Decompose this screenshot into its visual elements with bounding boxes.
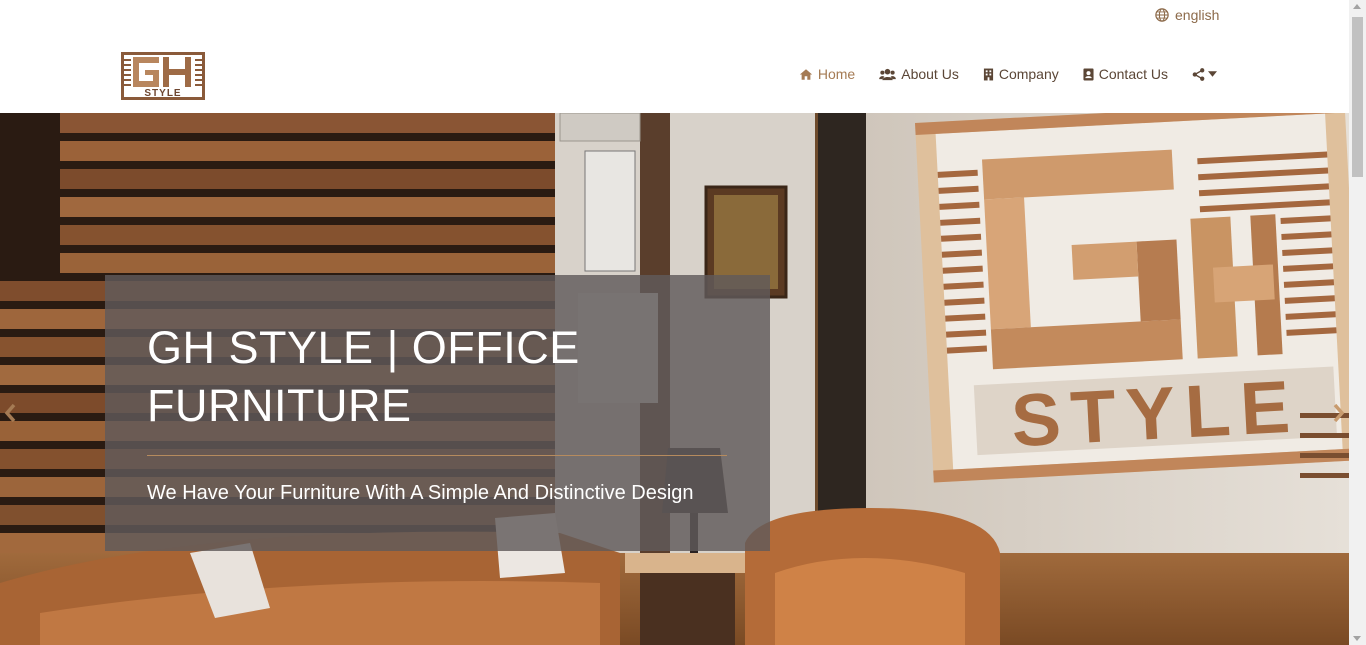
chevron-right-icon	[1333, 403, 1345, 423]
nav-label-about-us: About Us	[901, 66, 959, 82]
slider-next-button[interactable]	[1329, 398, 1349, 428]
chevron-left-icon	[4, 403, 16, 423]
site-header: STYLE Home About Us Company Contact Us	[0, 36, 1349, 113]
scroll-down-arrow-icon[interactable]	[1353, 636, 1361, 641]
hero-subtitle: We Have Your Furniture With A Simple And…	[147, 482, 694, 504]
language-switcher[interactable]: english	[1155, 7, 1219, 23]
nav-item-contact-us[interactable]: Contact Us	[1083, 66, 1168, 82]
home-icon	[799, 68, 812, 80]
language-label: english	[1175, 7, 1220, 23]
caption-divider	[147, 455, 727, 456]
globe-icon	[1155, 8, 1169, 22]
users-icon	[879, 68, 897, 80]
scrollbar-thumb[interactable]	[1352, 17, 1363, 177]
hero-slider: STYLE GH STYLE | OFFICE FURNITURE We Hav…	[0, 113, 1349, 645]
main-nav: Home About Us Company Contact Us	[799, 66, 1217, 82]
nav-label-company: Company	[998, 66, 1059, 82]
scroll-up-arrow-icon[interactable]	[1353, 4, 1361, 9]
brand-logo[interactable]: STYLE	[119, 50, 207, 102]
nav-label-home: Home	[817, 66, 856, 82]
nav-item-home[interactable]: Home	[799, 66, 855, 82]
caret-down-icon	[1208, 71, 1217, 77]
hero-caption: GH STYLE | OFFICE FURNITURE We Have Your…	[105, 275, 770, 551]
contact-card-icon	[1083, 68, 1094, 80]
nav-label-contact-us: Contact Us	[1098, 66, 1168, 82]
share-icon	[1192, 67, 1205, 81]
building-icon	[983, 68, 993, 80]
nav-item-about-us[interactable]: About Us	[879, 66, 959, 82]
share-dropdown[interactable]	[1192, 67, 1217, 81]
nav-item-company[interactable]: Company	[983, 66, 1059, 82]
page-scrollbar[interactable]	[1349, 0, 1366, 645]
slider-prev-button[interactable]	[0, 398, 20, 428]
hero-title: GH STYLE | OFFICE FURNITURE	[147, 322, 580, 431]
svg-text:STYLE: STYLE	[144, 88, 181, 99]
svg-text:STYLE: STYLE	[1009, 364, 1301, 462]
